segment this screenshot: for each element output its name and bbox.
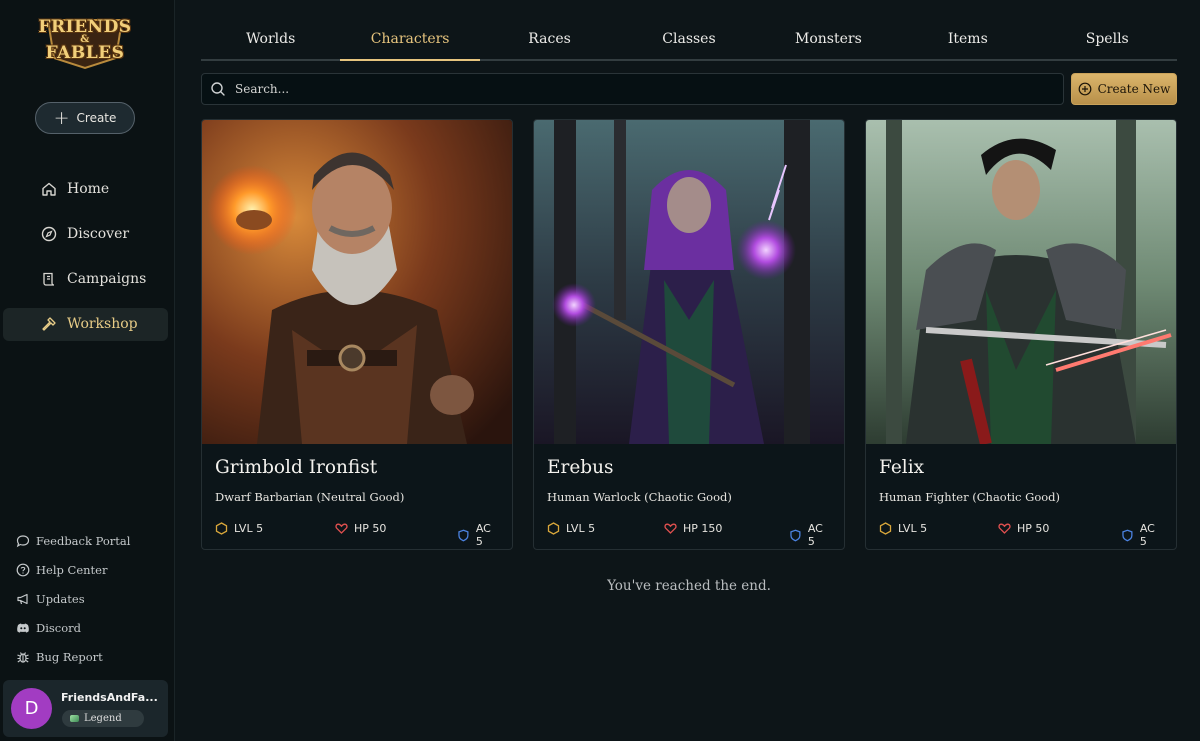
heart-icon — [664, 523, 677, 534]
bug-report-link[interactable]: Bug Report — [16, 648, 130, 666]
ac-value: AC 5 — [475, 522, 491, 548]
shield-icon — [1122, 529, 1133, 541]
home-icon — [42, 182, 56, 196]
character-subtitle: Human Fighter (Chaotic Good) — [879, 490, 1061, 504]
shield-icon — [458, 529, 469, 541]
search-input[interactable] — [235, 82, 1035, 96]
tier-badge: Legend — [62, 710, 144, 727]
hp-stat: HP 50 — [335, 522, 386, 535]
tier-badge-label: Legend — [84, 713, 122, 724]
character-name: Erebus — [547, 457, 614, 478]
plus-icon: + — [53, 107, 70, 129]
hp-value: HP 50 — [354, 522, 387, 535]
warlock-portrait — [534, 120, 844, 444]
discord-icon — [17, 623, 29, 633]
create-button[interactable]: + Create — [35, 102, 135, 134]
help-circle-icon — [16, 563, 30, 577]
character-card[interactable]: Erebus Human Warlock (Chaotic Good) LVL … — [533, 119, 845, 550]
create-new-button[interactable]: Create New — [1071, 73, 1177, 105]
shield-icon — [790, 529, 801, 541]
link-label: Feedback Portal — [36, 534, 131, 548]
ac-value: AC 5 — [1139, 522, 1155, 548]
character-name: Felix — [879, 457, 925, 478]
nav-item-home[interactable]: Home — [3, 172, 168, 205]
character-stats: LVL 5 HP 150 AC 5 — [547, 522, 833, 548]
hammer-icon — [42, 317, 56, 332]
create-button-label: Create — [76, 111, 117, 125]
nav-item-campaigns[interactable]: Campaigns — [3, 263, 168, 296]
heart-icon — [335, 523, 348, 534]
avatar: D — [11, 688, 52, 729]
logo-line-1: FRIENDS — [38, 17, 132, 37]
plus-circle-icon — [1078, 82, 1091, 96]
create-new-label: Create New — [1097, 82, 1171, 96]
category-tabs: Worlds Characters Races Classes Monsters… — [201, 20, 1177, 61]
help-center-link[interactable]: Help Center — [16, 561, 130, 579]
hp-stat: HP 150 — [664, 522, 722, 535]
search-bar — [201, 73, 1064, 105]
updates-link[interactable]: Updates — [16, 590, 130, 608]
level-value: LVL 5 — [566, 522, 596, 535]
character-stats: LVL 5 HP 50 AC 5 — [215, 522, 501, 548]
heart-icon — [998, 523, 1011, 534]
nav-item-label: Campaigns — [67, 271, 147, 288]
discord-link[interactable]: Discord — [16, 619, 130, 637]
dwarf-barbarian-portrait — [202, 120, 512, 444]
nav-item-discover[interactable]: Discover — [3, 217, 168, 250]
tab-worlds[interactable]: Worlds — [201, 20, 340, 59]
hexagon-icon — [879, 522, 892, 535]
footer-links: Feedback Portal Help Center Updates Disc… — [16, 532, 130, 677]
hexagon-icon — [547, 522, 560, 535]
sidebar: FRIENDS & FABLES + Create Home Discover … — [0, 0, 175, 741]
character-subtitle: Human Warlock (Chaotic Good) — [547, 490, 732, 504]
fighter-portrait — [866, 120, 1176, 444]
nav-item-label: Discover — [67, 225, 130, 242]
character-name: Grimbold Ironfist — [215, 457, 378, 478]
ac-stat: AC 5 — [789, 522, 833, 548]
nav-item-label: Home — [67, 180, 110, 197]
tab-spells[interactable]: Spells — [1038, 20, 1177, 59]
chat-bubble-icon — [16, 535, 30, 548]
logo-line-3: FABLES — [45, 43, 125, 63]
link-label: Discord — [36, 621, 82, 635]
user-profile-card[interactable]: D FriendsAndFa... Legend — [3, 680, 168, 737]
megaphone-icon — [17, 593, 28, 605]
level-stat: LVL 5 — [879, 522, 927, 535]
bug-icon — [17, 652, 29, 663]
level-stat: LVL 5 — [215, 522, 263, 535]
gem-icon — [70, 715, 79, 722]
end-of-list-message: You've reached the end. — [607, 578, 771, 594]
tab-races[interactable]: Races — [480, 20, 619, 59]
tab-classes[interactable]: Classes — [619, 20, 758, 59]
hp-stat: HP 50 — [998, 522, 1049, 535]
hp-value: HP 150 — [683, 522, 723, 535]
compass-icon — [41, 226, 57, 241]
nav-item-label: Workshop — [67, 316, 138, 333]
feedback-portal-link[interactable]: Feedback Portal — [16, 532, 130, 550]
search-icon — [211, 82, 225, 96]
link-label: Help Center — [36, 563, 108, 577]
ac-value: AC 5 — [807, 522, 823, 548]
character-card[interactable]: Felix Human Fighter (Chaotic Good) LVL 5… — [865, 119, 1177, 550]
character-stats: LVL 5 HP 50 AC 5 — [879, 522, 1165, 548]
ac-stat: AC 5 — [457, 522, 501, 548]
main-nav: Home Discover Campaigns Workshop — [3, 172, 168, 353]
scroll-icon — [43, 272, 55, 286]
user-name: FriendsAndFa... — [61, 691, 158, 704]
app-logo[interactable]: FRIENDS & FABLES — [38, 10, 132, 70]
tab-items[interactable]: Items — [898, 20, 1037, 59]
level-value: LVL 5 — [898, 522, 928, 535]
tab-characters[interactable]: Characters — [340, 20, 481, 61]
character-subtitle: Dwarf Barbarian (Neutral Good) — [215, 490, 405, 504]
hp-value: HP 50 — [1017, 522, 1050, 535]
level-value: LVL 5 — [234, 522, 264, 535]
hexagon-icon — [215, 522, 228, 535]
nav-item-workshop[interactable]: Workshop — [3, 307, 168, 341]
ac-stat: AC 5 — [1121, 522, 1165, 548]
tab-monsters[interactable]: Monsters — [759, 20, 898, 59]
link-label: Bug Report — [36, 650, 103, 664]
character-card[interactable]: Grimbold Ironfist Dwarf Barbarian (Neutr… — [201, 119, 513, 550]
level-stat: LVL 5 — [547, 522, 595, 535]
link-label: Updates — [36, 592, 85, 606]
